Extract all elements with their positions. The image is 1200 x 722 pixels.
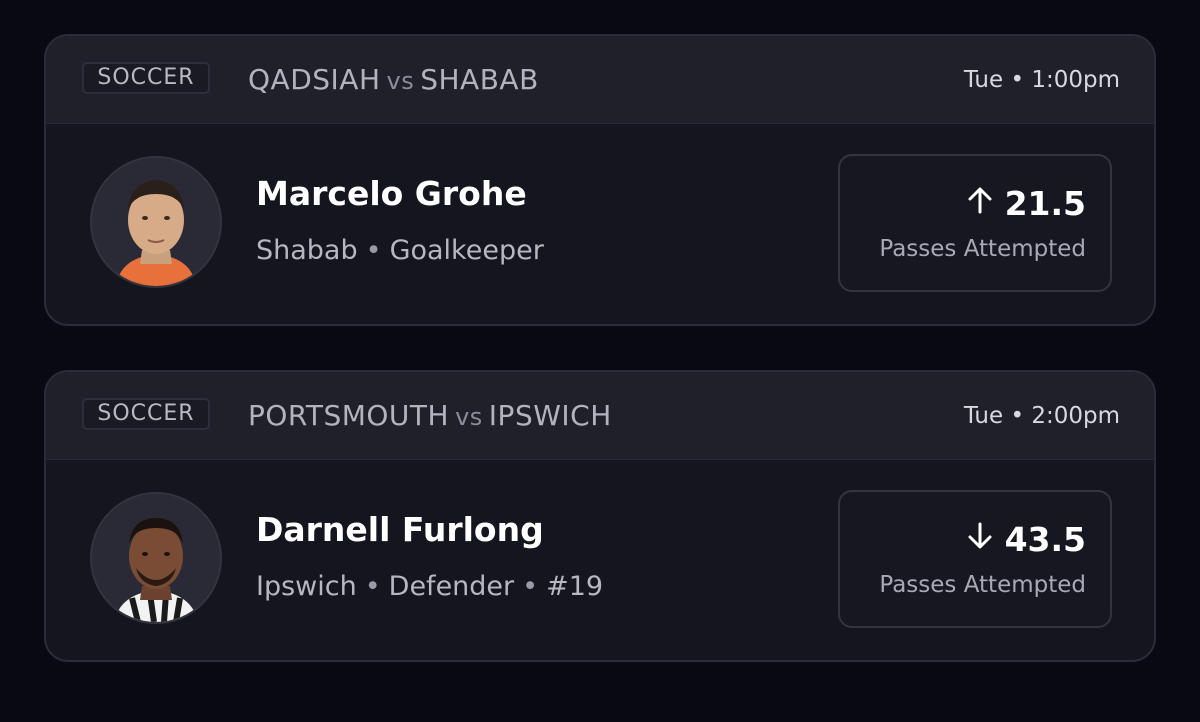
prop-card[interactable]: SOCCER QADSIAH vs SHABAB Tue • 1:00pm Marc…	[44, 34, 1156, 326]
vs-label: vs	[386, 67, 415, 95]
player-jersey: #19	[546, 571, 604, 602]
sport-badge: SOCCER	[82, 62, 210, 94]
prop-line-button[interactable]: 43.5 Passes Attempted	[838, 490, 1112, 628]
card-header: SOCCER QADSIAH vs SHABAB Tue • 1:00pm	[46, 36, 1154, 124]
arrow-down-icon	[967, 519, 993, 559]
player-position: Defender	[388, 571, 515, 602]
player-meta: Ipswich • Defender • #19	[256, 570, 603, 604]
matchup: QADSIAH vs SHABAB	[248, 62, 539, 99]
prop-line-value: 43.5	[1004, 520, 1086, 559]
prop-stat: Passes Attempted	[879, 572, 1086, 598]
matchup: PORTSMOUTH vs IPSWICH	[248, 398, 612, 435]
player-position: Goalkeeper	[389, 235, 544, 266]
player-meta: Shabab • Goalkeeper	[256, 234, 544, 268]
team-a: QADSIAH	[248, 63, 381, 96]
arrow-up-icon	[967, 183, 993, 223]
separator-dot: •	[365, 235, 382, 266]
player-avatar	[90, 492, 222, 624]
prop-line-button[interactable]: 21.5 Passes Attempted	[838, 154, 1112, 292]
separator-dot: •	[364, 571, 381, 602]
prop-line: 43.5	[967, 520, 1086, 560]
prop-card[interactable]: SOCCER PORTSMOUTH vs IPSWICH Tue • 2:00pm …	[44, 370, 1156, 662]
vs-label: vs	[455, 403, 483, 431]
prop-stat: Passes Attempted	[879, 236, 1086, 262]
team-b: SHABAB	[420, 63, 539, 96]
game-time: Tue • 2:00pm	[963, 403, 1120, 429]
prop-line: 21.5	[967, 184, 1086, 224]
team-b: IPSWICH	[488, 399, 612, 432]
player-team: Shabab	[256, 235, 358, 266]
separator-dot: •	[522, 571, 539, 602]
sport-badge: SOCCER	[82, 398, 210, 430]
player-avatar	[90, 156, 222, 288]
team-a: PORTSMOUTH	[248, 399, 450, 432]
card-header: SOCCER PORTSMOUTH vs IPSWICH Tue • 2:00pm	[46, 372, 1154, 460]
game-time: Tue • 1:00pm	[963, 67, 1120, 93]
player-name: Darnell Furlong	[256, 510, 544, 549]
player-team: Ipswich	[256, 571, 357, 602]
player-name: Marcelo Grohe	[256, 174, 527, 213]
prop-line-value: 21.5	[1004, 184, 1086, 223]
